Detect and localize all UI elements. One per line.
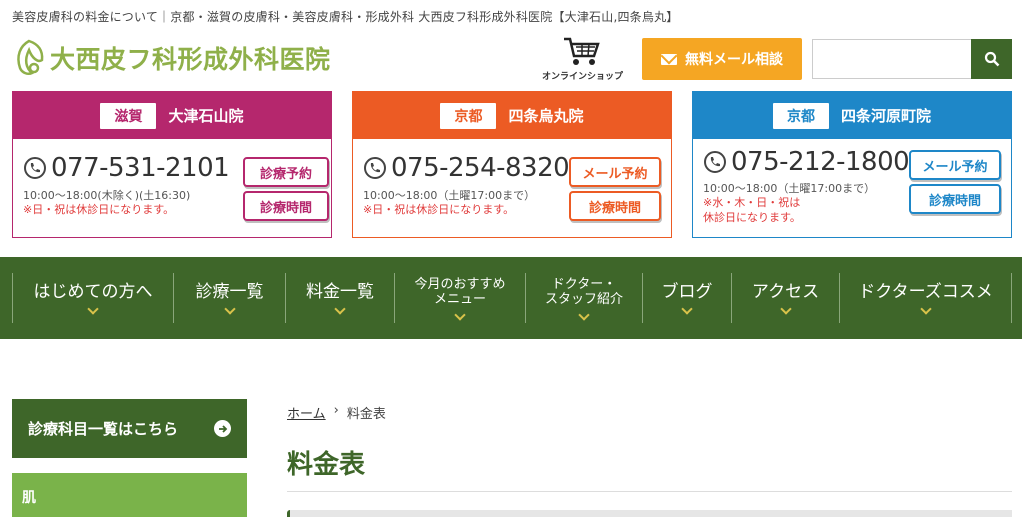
clinic-header: 京都 四条河原町院 bbox=[693, 92, 1011, 139]
clinic-card-otsu-ishiyama: 滋賀 大津石山院 077-531-2101 10:00〜18:00(木除く)(土… bbox=[12, 91, 332, 238]
clinic-phone-number: 075-254-8320 bbox=[391, 153, 570, 183]
content-section-bar bbox=[287, 510, 1012, 517]
clinic-card-shijo-kawaramachi: 京都 四条河原町院 075-212-1800 10:00〜18:00（土曜17:… bbox=[692, 91, 1012, 238]
clinic-closed-note: ※水・木・日・祝は 休診日になります。 bbox=[703, 196, 801, 224]
chevron-down-icon bbox=[919, 302, 932, 315]
online-shop-label: オンラインショップ bbox=[542, 72, 624, 82]
sidebar-head-label: 診療科目一覧はこちら bbox=[28, 420, 179, 438]
nav-access[interactable]: アクセス bbox=[731, 273, 839, 323]
clinic-region-badge: 京都 bbox=[772, 102, 829, 129]
arrow-right-circle-icon bbox=[214, 420, 231, 437]
phone-icon bbox=[364, 157, 386, 179]
free-mail-consult-button[interactable]: 無料メール相談 bbox=[642, 38, 802, 80]
sidebar-item-skin[interactable]: 肌 bbox=[12, 473, 247, 517]
chevron-down-icon bbox=[223, 302, 236, 315]
chevron-down-icon bbox=[334, 302, 346, 315]
clinic-hours: 10:00〜18:00（土曜17:00まで） bbox=[363, 189, 536, 202]
chevron-down-icon bbox=[87, 302, 99, 315]
nav-treatments[interactable]: 診療一覧 bbox=[173, 273, 285, 323]
clinic-hours-button[interactable]: 診療時間 bbox=[909, 184, 1001, 214]
site-tagline: 美容皮膚科の料金について｜京都・滋賀の皮膚科・美容皮膚科・形成外科 大西皮フ科形… bbox=[12, 10, 679, 24]
nav-label: アクセス bbox=[751, 281, 820, 302]
clinic-mail-reserve-button[interactable]: メール予約 bbox=[909, 150, 1001, 180]
nav-label: はじめての方へ bbox=[33, 281, 153, 302]
envelope-icon bbox=[661, 53, 677, 65]
nav-label: 料金一覧 bbox=[306, 281, 374, 302]
page-title: 料金表 bbox=[287, 450, 366, 480]
clinic-header: 京都 四条烏丸院 bbox=[353, 92, 671, 139]
site-logo[interactable]: 大西皮フ科形成外科医院 bbox=[12, 38, 331, 78]
clinic-hours: 10:00〜18:00(木除く)(土16:30) bbox=[23, 189, 191, 202]
breadcrumb-home-link[interactable]: ホーム bbox=[287, 403, 326, 422]
search-button[interactable] bbox=[971, 39, 1012, 79]
nav-label: 診療一覧 bbox=[195, 281, 264, 302]
sidebar-treatment-list-link[interactable]: 診療科目一覧はこちら bbox=[12, 399, 247, 458]
clinic-hours: 10:00〜18:00（土曜17:00まで） bbox=[703, 182, 876, 195]
nav-label: ブログ bbox=[661, 281, 713, 302]
clinic-closed-note: ※日・祝は休診日になります。 bbox=[363, 203, 515, 216]
clinic-phone-number: 077-531-2101 bbox=[51, 153, 230, 183]
search-icon bbox=[984, 51, 999, 67]
mail-consult-label: 無料メール相談 bbox=[685, 52, 783, 68]
nav-doctor-staff[interactable]: ドクター・ スタッフ紹介 bbox=[525, 273, 642, 323]
chevron-down-icon bbox=[454, 309, 466, 321]
clinic-region-badge: 滋賀 bbox=[100, 102, 157, 129]
nav-blog[interactable]: ブログ bbox=[642, 273, 731, 323]
clinic-name: 大津石山院 bbox=[168, 107, 244, 125]
clinic-header: 滋賀 大津石山院 bbox=[13, 92, 331, 139]
leaf-logo-icon bbox=[17, 39, 44, 76]
online-shop-link[interactable]: オンラインショップ bbox=[542, 36, 624, 82]
clinic-hours-button[interactable]: 診療時間 bbox=[569, 191, 661, 221]
breadcrumb-current: 料金表 bbox=[346, 407, 386, 422]
nav-label: 今月のおすすめ メニュー bbox=[414, 277, 506, 307]
breadcrumb: ホーム › 料金表 bbox=[287, 403, 386, 422]
title-divider bbox=[287, 491, 1012, 492]
clinic-phone[interactable]: 077-531-2101 bbox=[23, 153, 230, 183]
clinic-reserve-button[interactable]: 診療予約 bbox=[243, 157, 329, 187]
nav-label: ドクターズコスメ bbox=[858, 281, 993, 302]
clinic-closed-note: ※日・祝は休診日になります。 bbox=[23, 203, 175, 216]
logo-text: 大西皮フ科形成外科医院 bbox=[50, 45, 331, 74]
clinic-card-shijo-karasuma: 京都 四条烏丸院 075-254-8320 10:00〜18:00（土曜17:0… bbox=[352, 91, 672, 238]
clinic-phone-number: 075-212-1800 bbox=[731, 147, 910, 177]
clinic-region-badge: 京都 bbox=[440, 102, 497, 129]
clinic-name: 四条烏丸院 bbox=[508, 107, 584, 125]
nav-monthly-recommend[interactable]: 今月のおすすめ メニュー bbox=[394, 273, 525, 323]
phone-icon bbox=[24, 157, 46, 179]
search-input[interactable] bbox=[812, 39, 972, 79]
clinic-hours-button[interactable]: 診療時間 bbox=[243, 191, 329, 221]
nav-label: ドクター・ スタッフ紹介 bbox=[544, 277, 623, 307]
nav-price-list[interactable]: 料金一覧 bbox=[285, 273, 394, 323]
global-nav: はじめての方へ 診療一覧 料金一覧 今月のおすすめ メニュー ドクター・ スタッ… bbox=[0, 257, 1022, 339]
clinic-phone[interactable]: 075-254-8320 bbox=[363, 153, 570, 183]
shopping-cart-icon bbox=[564, 37, 600, 65]
nav-doctors-cosme[interactable]: ドクターズコスメ bbox=[839, 273, 1012, 323]
chevron-down-icon bbox=[779, 302, 792, 315]
clinic-phone[interactable]: 075-212-1800 bbox=[703, 147, 910, 177]
chevron-down-icon bbox=[681, 302, 693, 315]
phone-icon bbox=[704, 151, 726, 173]
clinic-name: 四条河原町院 bbox=[840, 107, 931, 125]
breadcrumb-separator: › bbox=[333, 403, 339, 418]
nav-first-visit[interactable]: はじめての方へ bbox=[12, 273, 173, 323]
chevron-down-icon bbox=[578, 309, 590, 321]
clinic-mail-reserve-button[interactable]: メール予約 bbox=[569, 157, 661, 187]
